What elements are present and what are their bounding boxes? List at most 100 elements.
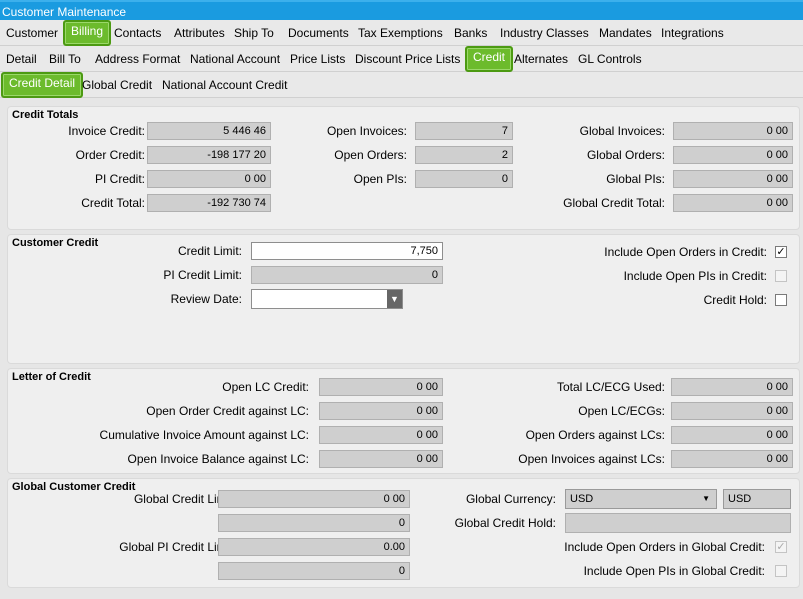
open-lc-ecgs-value: 0 00 xyxy=(671,402,793,420)
open-lc-credit-label: Open LC Credit: xyxy=(222,380,309,394)
invoice-credit-label: Invoice Credit: xyxy=(68,124,145,138)
tab-contacts[interactable]: Contacts xyxy=(108,23,167,43)
tab-tax-exemptions[interactable]: Tax Exemptions xyxy=(352,23,449,43)
open-invoices-lcs-value: 0 00 xyxy=(671,450,793,468)
global-credit-hold-value xyxy=(565,513,791,533)
global-invoices-label: Global Invoices: xyxy=(579,124,665,138)
tab-national-account[interactable]: National Account xyxy=(184,49,286,69)
include-open-pis-checkbox[interactable] xyxy=(775,270,787,282)
credit-total-label: Credit Total: xyxy=(81,196,145,210)
tab-attributes[interactable]: Attributes xyxy=(168,23,231,43)
global-customer-credit-title: Global Customer Credit xyxy=(12,481,136,493)
cumulative-invoice-lc-value: 0 00 xyxy=(319,426,443,444)
tab-billing[interactable]: Billing xyxy=(63,20,112,46)
open-orders-lcs-value: 0 00 xyxy=(671,426,793,444)
open-orders-label: Open Orders: xyxy=(334,148,407,162)
pi-credit-label: PI Credit: xyxy=(94,172,145,186)
chevron-down-icon: ▼ xyxy=(702,494,710,503)
tab-price-lists[interactable]: Price Lists xyxy=(284,49,351,69)
order-credit-label: Order Credit: xyxy=(75,148,145,162)
global-credit-limit-value: 0 00 xyxy=(218,490,410,508)
include-open-pis-global-label: Include Open PIs in Global Credit: xyxy=(583,564,765,578)
open-pis-label: Open PIs: xyxy=(353,172,407,186)
cumulative-invoice-lc-label: Cumulative Invoice Amount against LC: xyxy=(99,428,309,442)
global-credit-total-value: 0 00 xyxy=(673,194,793,212)
global-pis-value: 0 00 xyxy=(673,170,793,188)
global-orders-label: Global Orders: xyxy=(586,148,665,162)
include-open-orders-checkbox[interactable]: ✓ xyxy=(775,246,787,258)
credit-limit-label: Credit Limit: xyxy=(177,244,242,258)
include-open-pis-global-checkbox[interactable] xyxy=(775,565,787,577)
credit-totals-panel: Credit Totals Invoice Credit: 5 446 46 O… xyxy=(7,106,800,230)
main-tab-bar: Customer Billing Contacts Attributes Shi… xyxy=(0,20,803,46)
tab-national-account-credit[interactable]: National Account Credit xyxy=(156,75,293,95)
credit-hold-label: Credit Hold: xyxy=(703,293,767,307)
total-lc-ecg-label: Total LC/ECG Used: xyxy=(556,380,665,394)
tab-discount-price-lists[interactable]: Discount Price Lists xyxy=(349,49,466,69)
global-currency-code: USD xyxy=(723,489,791,509)
tab-banks[interactable]: Banks xyxy=(448,23,493,43)
include-open-orders-label: Include Open Orders in Credit: xyxy=(604,245,767,259)
include-open-orders-global-label: Include Open Orders in Global Credit: xyxy=(564,540,765,554)
open-invoice-balance-lc-label: Open Invoice Balance against LC: xyxy=(127,452,309,466)
open-order-credit-lc-value: 0 00 xyxy=(319,402,443,420)
tab-detail[interactable]: Detail xyxy=(0,49,43,69)
billing-tab-bar: Detail Bill To Address Format National A… xyxy=(0,46,803,72)
open-lc-credit-value: 0 00 xyxy=(319,378,443,396)
pi-credit-value: 0 00 xyxy=(147,170,271,188)
tab-integrations[interactable]: Integrations xyxy=(655,23,730,43)
open-orders-lcs-label: Open Orders against LCs: xyxy=(525,428,665,442)
order-credit-value: -198 177 20 xyxy=(147,146,271,164)
pi-credit-limit-value: 0 xyxy=(251,266,443,284)
review-date-label: Review Date: xyxy=(170,292,242,306)
tab-alternates[interactable]: Alternates xyxy=(508,49,574,69)
credit-total-value: -192 730 74 xyxy=(147,194,271,212)
global-currency-code-value: USD xyxy=(728,493,752,505)
tab-documents[interactable]: Documents xyxy=(282,23,355,43)
open-invoices-label: Open Invoices: xyxy=(326,124,407,138)
open-order-credit-lc-label: Open Order Credit against LC: xyxy=(146,404,309,418)
tab-credit-detail[interactable]: Credit Detail xyxy=(1,72,84,98)
tab-bill-to[interactable]: Bill To xyxy=(43,49,87,69)
global-customer-credit-panel: Global Customer Credit Global Credit Lim… xyxy=(7,478,800,588)
global-pis-label: Global PIs: xyxy=(606,172,665,186)
global-pi-credit-limit-value: 0.00 xyxy=(218,538,410,556)
open-invoices-value: 7 xyxy=(415,122,513,140)
open-invoices-lcs-label: Open Invoices against LCs: xyxy=(518,452,665,466)
global-credit-total-label: Global Credit Total: xyxy=(563,196,665,210)
credit-totals-title: Credit Totals xyxy=(12,109,79,121)
open-lc-ecgs-label: Open LC/ECGs: xyxy=(578,404,665,418)
open-orders-value: 2 xyxy=(415,146,513,164)
credit-limit-input[interactable]: 7,750 xyxy=(251,242,443,260)
tab-customer[interactable]: Customer xyxy=(0,23,64,43)
global-credit-hold-label: Global Credit Hold: xyxy=(454,516,556,530)
include-open-pis-label: Include Open PIs in Credit: xyxy=(623,269,767,283)
credit-tab-bar: Credit Detail Global Credit National Acc… xyxy=(0,72,803,98)
global-pi-credit-limit-value-2: 0 xyxy=(218,562,410,580)
pi-credit-limit-label: PI Credit Limit: xyxy=(163,268,242,282)
dropdown-arrow-icon[interactable]: ▼ xyxy=(387,290,402,308)
invoice-credit-value: 5 446 46 xyxy=(147,122,271,140)
content-area: Credit Totals Invoice Credit: 5 446 46 O… xyxy=(0,98,803,599)
review-date-picker[interactable]: ▼ xyxy=(251,289,403,309)
global-orders-value: 0 00 xyxy=(673,146,793,164)
global-currency-value: USD xyxy=(570,493,594,505)
tab-global-credit[interactable]: Global Credit xyxy=(76,75,158,95)
tab-address-format[interactable]: Address Format xyxy=(89,49,186,69)
window-title: Customer Maintenance xyxy=(0,0,803,20)
open-invoice-balance-lc-value: 0 00 xyxy=(319,450,443,468)
tab-gl-controls[interactable]: GL Controls xyxy=(572,49,648,69)
credit-hold-checkbox[interactable] xyxy=(775,294,787,306)
letter-of-credit-title: Letter of Credit xyxy=(12,371,91,383)
global-invoices-value: 0 00 xyxy=(673,122,793,140)
tab-credit[interactable]: Credit xyxy=(465,46,514,72)
include-open-orders-global-checkbox[interactable]: ✓ xyxy=(775,541,787,553)
total-lc-ecg-value: 0 00 xyxy=(671,378,793,396)
customer-credit-title: Customer Credit xyxy=(12,237,99,249)
global-currency-select[interactable]: USD ▼ xyxy=(565,489,717,509)
tab-mandates[interactable]: Mandates xyxy=(593,23,658,43)
tab-industry-classes[interactable]: Industry Classes xyxy=(494,23,595,43)
open-pis-value: 0 xyxy=(415,170,513,188)
tab-ship-to[interactable]: Ship To xyxy=(228,23,280,43)
global-credit-limit-value-2: 0 xyxy=(218,514,410,532)
